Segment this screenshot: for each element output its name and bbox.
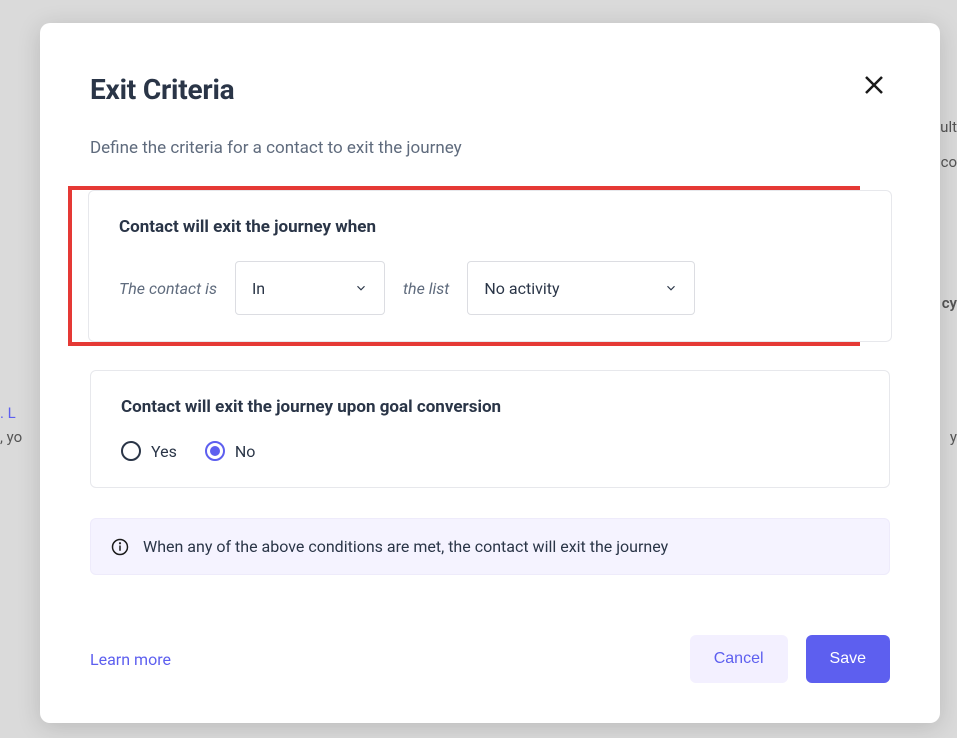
cancel-button[interactable]: Cancel	[690, 635, 788, 683]
radio-circle-icon	[121, 441, 141, 461]
highlighted-section: Contact will exit the journey when The c…	[68, 186, 860, 346]
close-icon	[862, 73, 886, 97]
goal-conversion-card: Contact will exit the journey upon goal …	[90, 370, 890, 488]
close-button[interactable]	[858, 73, 890, 102]
info-text: When any of the above conditions are met…	[143, 537, 668, 556]
list-select-value: No activity	[484, 279, 559, 298]
radio-circle-selected-icon	[205, 441, 225, 461]
radio-no[interactable]: No	[205, 441, 256, 461]
modal-subtitle: Define the criteria for a contact to exi…	[90, 138, 890, 158]
learn-more-link[interactable]: Learn more	[90, 650, 171, 669]
exit-criteria-modal: Exit Criteria Define the criteria for a …	[40, 23, 940, 723]
info-icon	[111, 538, 129, 556]
modal-header: Exit Criteria	[90, 73, 890, 106]
chevron-down-icon	[664, 281, 678, 295]
chevron-down-icon	[354, 281, 368, 295]
contact-state-select[interactable]: In	[235, 261, 385, 315]
exit-condition-title: Contact will exit the journey when	[119, 217, 861, 237]
modal-title: Exit Criteria	[90, 73, 234, 106]
contact-state-value: In	[252, 279, 265, 298]
modal-footer: Learn more Cancel Save	[90, 599, 890, 683]
radio-no-label: No	[235, 442, 256, 461]
list-select[interactable]: No activity	[467, 261, 695, 315]
goal-conversion-title: Contact will exit the journey upon goal …	[121, 397, 859, 417]
goal-conversion-radio-group: Yes No	[121, 441, 859, 461]
criteria-row: The contact is In the list No activity	[119, 261, 861, 315]
info-bar: When any of the above conditions are met…	[90, 518, 890, 575]
radio-yes[interactable]: Yes	[121, 441, 177, 461]
exit-condition-card: Contact will exit the journey when The c…	[88, 190, 892, 342]
radio-yes-label: Yes	[151, 442, 177, 461]
save-button[interactable]: Save	[806, 635, 890, 683]
footer-buttons: Cancel Save	[690, 635, 890, 683]
mid-label: the list	[403, 279, 449, 298]
lead-label: The contact is	[119, 279, 217, 298]
